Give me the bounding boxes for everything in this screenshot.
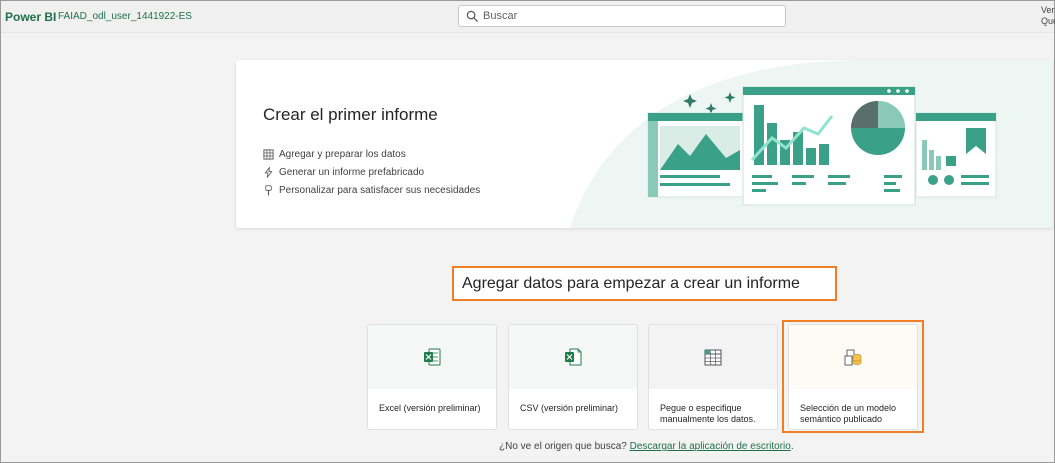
feature-item: Personalizar para satisfacer sus necesid… — [263, 185, 480, 196]
add-data-heading-box: Agregar datos para empezar a crear un in… — [452, 266, 837, 301]
excel-icon — [424, 348, 441, 366]
header-right-text: Ver Que — [1041, 5, 1055, 26]
lightning-icon — [264, 167, 273, 178]
semantic-model-highlight — [782, 320, 924, 433]
search-input[interactable]: Buscar — [458, 5, 786, 27]
footer-question: ¿No ve el origen que busca? — [499, 441, 627, 452]
banner-title: Crear el primer informe — [263, 105, 438, 124]
table-icon — [263, 149, 274, 160]
feature-label: Personalizar para satisfacer sus necesid… — [279, 185, 481, 196]
card-label: CSV (versión preliminar) — [520, 403, 619, 413]
csv-icon — [565, 348, 582, 366]
create-first-report-banner: Crear el primer informe Agregar y prepar… — [236, 60, 1053, 228]
card-label: Excel (versión preliminar) — [379, 403, 481, 413]
feature-item: Agregar y preparar los datos — [263, 149, 406, 160]
footer-period: . — [790, 441, 794, 452]
search-icon — [466, 10, 479, 23]
csv-source-card[interactable]: CSV (versión preliminar) — [508, 324, 638, 430]
excel-source-card[interactable]: Excel (versión preliminar) — [367, 324, 497, 430]
table-paste-icon — [704, 349, 722, 366]
report-illustration — [571, 60, 1053, 228]
feature-item: Generar un informe prefabricado — [263, 167, 424, 178]
add-data-heading: Agregar datos para empezar a crear un in… — [462, 275, 800, 292]
search-placeholder: Buscar — [483, 10, 518, 22]
top-bar: Power BI FAIAD_odl_user_1441922-ES Busca… — [1, 1, 1055, 33]
feature-label: Generar un informe prefabricado — [279, 167, 425, 178]
power-bi-logo[interactable]: Power BI — [5, 10, 56, 24]
workspace-name[interactable]: FAIAD_odl_user_1441922-ES — [58, 11, 192, 22]
feature-label: Agregar y preparar los datos — [279, 149, 406, 160]
footer-help: ¿No ve el origen que busca? Descargar la… — [499, 441, 794, 452]
paste-data-source-card[interactable]: Pegue o especifique manualmente los dato… — [648, 324, 778, 430]
download-desktop-link[interactable]: Descargar la aplicación de escritorio — [630, 441, 791, 452]
card-label: Pegue o especifique manualmente los dato… — [660, 403, 756, 424]
brush-icon — [265, 185, 272, 196]
